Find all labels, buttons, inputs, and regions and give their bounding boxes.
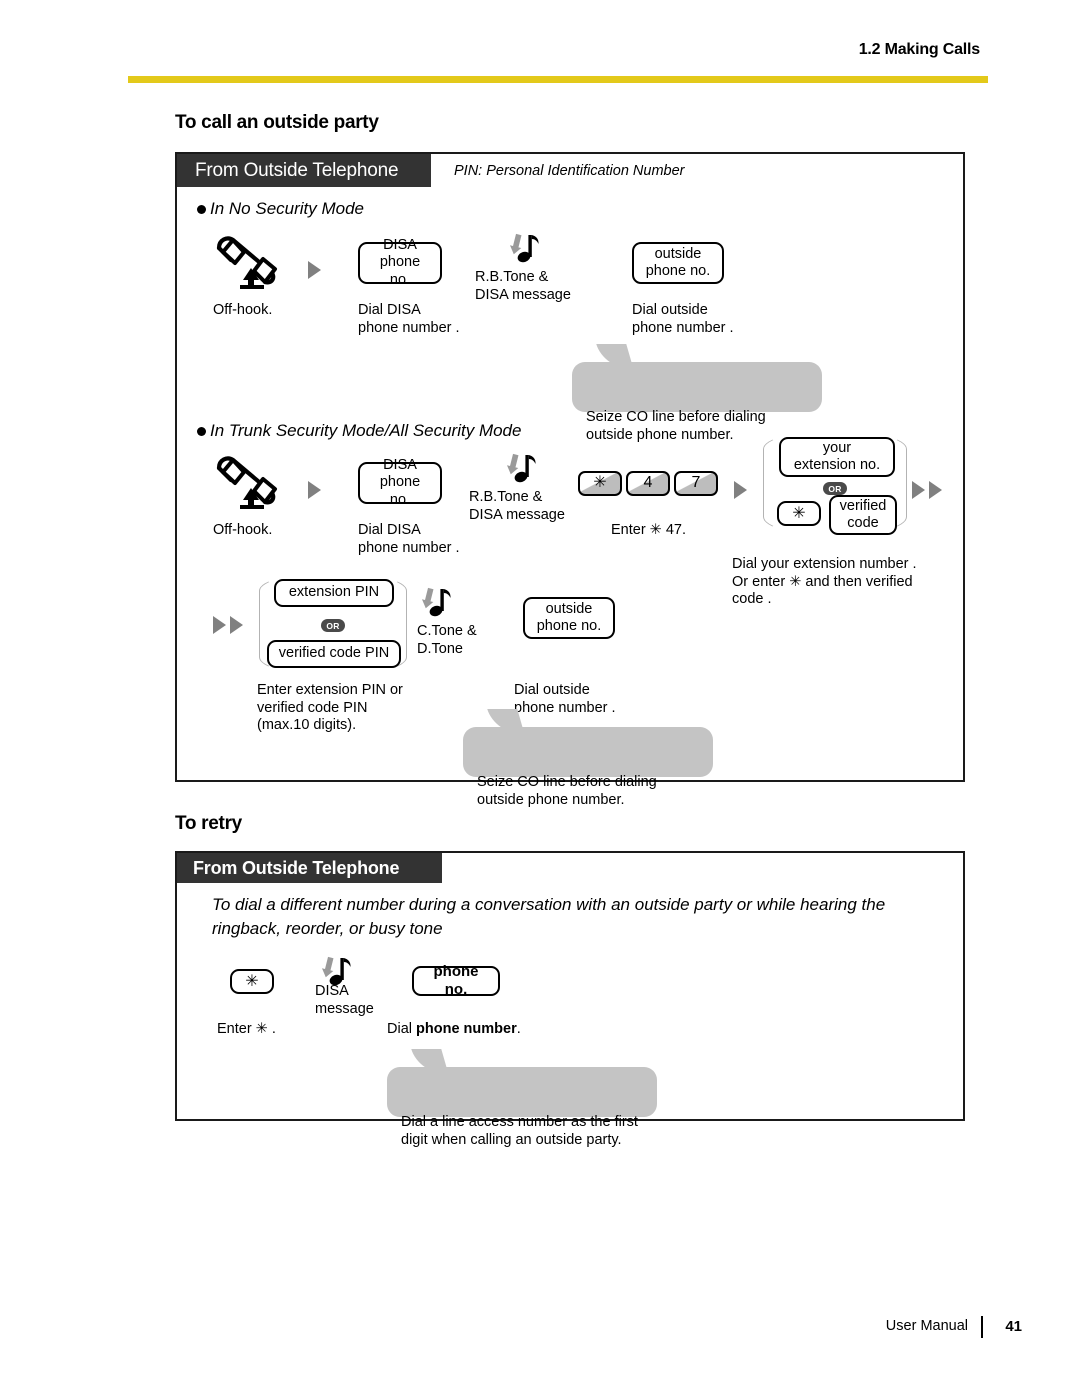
keybox-disa-phone-no: DISA phone no. bbox=[358, 237, 442, 288]
callout-text: Seize CO line before dialing outside pho… bbox=[586, 409, 766, 444]
mode-title-text: In No Security Mode bbox=[210, 199, 365, 218]
flow-arrow-icon bbox=[308, 261, 321, 279]
header-rule bbox=[128, 76, 988, 83]
bullet-icon bbox=[197, 204, 206, 214]
step-caption-dial-outside: Dial outside phone number . bbox=[514, 682, 616, 716]
tone-label-rb-tone: R.B.Tone & DISA message bbox=[475, 269, 571, 303]
retry-description: To dial a different number during a conv… bbox=[212, 895, 886, 939]
keybox-phone-no: phone no. bbox=[412, 963, 500, 998]
footer-manual-label: User Manual bbox=[885, 1318, 968, 1334]
tone-note-icon bbox=[505, 450, 539, 490]
tone-label-c-tone: C.Tone & D.Tone bbox=[417, 623, 477, 657]
diagram-to-retry: From Outside Telephone To dial a differe… bbox=[175, 851, 965, 1148]
step-caption-enter-star: Enter ✳ . bbox=[217, 1021, 276, 1037]
or-badge-label: OR bbox=[326, 620, 340, 631]
bullet-icon bbox=[197, 426, 206, 436]
mode-title-trunk-security: In Trunk Security Mode/All Security Mode bbox=[197, 421, 521, 441]
keybox-label: verified code bbox=[839, 497, 887, 531]
flow-arrow-icon bbox=[734, 481, 747, 499]
keypad-button-4[interactable]: 4 bbox=[626, 471, 670, 496]
flow-arrow-double-icon bbox=[912, 481, 946, 499]
keypad-button-label: 4 bbox=[643, 473, 653, 491]
tab-header-label: From Outside Telephone bbox=[193, 857, 400, 878]
keybox-label: phone no. bbox=[433, 963, 479, 998]
keybox-label: extension PIN bbox=[288, 584, 380, 601]
step-caption-off-hook: Off-hook. bbox=[213, 522, 273, 538]
step-caption-off-hook: Off-hook. bbox=[213, 302, 273, 318]
step-caption-enter-star-47: Enter ✳ 47. bbox=[611, 522, 687, 538]
starkey-star[interactable]: ✳ bbox=[230, 969, 274, 994]
callout-tail bbox=[596, 344, 634, 370]
or-badge-label: OR bbox=[828, 483, 842, 494]
step-caption-dial-extension: Dial your extension number . Or enter ✳ … bbox=[732, 556, 917, 608]
caption-prefix: Dial bbox=[387, 1021, 417, 1037]
mode-title-no-security: In No Security Mode bbox=[197, 199, 364, 219]
starkey-star[interactable]: ✳ bbox=[777, 501, 821, 526]
starkey-label: ✳ bbox=[245, 972, 259, 990]
or-badge: OR bbox=[823, 482, 847, 495]
keybox-label: verified code PIN bbox=[278, 645, 390, 662]
callout-text: Dial a line access number as the first d… bbox=[401, 1114, 638, 1149]
footer-page-number: 41 bbox=[1005, 1318, 1022, 1335]
step-caption-dial-disa: Dial DISA phone number . bbox=[358, 522, 460, 556]
keybox-label: your extension no. bbox=[793, 439, 881, 473]
keybox-outside-phone-no: outside phone no. bbox=[523, 597, 615, 639]
callout-line-access-number: Dial a line access number as the first d… bbox=[387, 1049, 657, 1148]
or-badge: OR bbox=[321, 619, 345, 632]
footer-divider bbox=[981, 1316, 983, 1338]
tone-note-icon bbox=[508, 230, 542, 270]
tone-label-rb-tone: R.B.Tone & DISA message bbox=[469, 489, 565, 523]
caption-suffix: . bbox=[516, 1021, 521, 1037]
page-title-to-retry: To retry bbox=[175, 813, 242, 834]
keybox-label: DISA phone no. bbox=[379, 457, 421, 508]
diagram-call-outside-party: From Outside Telephone PIN: Personal Ide… bbox=[175, 152, 965, 808]
keypad-button-label: 7 bbox=[691, 473, 701, 491]
keybox-verified-code-pin: verified code PIN bbox=[267, 640, 401, 668]
tab-header-label: From Outside Telephone bbox=[195, 159, 399, 181]
step-caption-enter-pin: Enter extension PIN or verified code PIN… bbox=[257, 682, 403, 734]
caption-bold: phone number bbox=[416, 1021, 517, 1037]
page-header: 1.2 Making Calls bbox=[0, 0, 1080, 90]
callout-text: Seize CO line before dialing outside pho… bbox=[477, 774, 657, 809]
keybox-outside-phone-no: outside phone no. bbox=[632, 242, 724, 284]
off-hook-handset-icon bbox=[213, 232, 287, 289]
keypad-button-label: ✳ bbox=[593, 473, 607, 491]
pin-definition-note: PIN: Personal Identification Number bbox=[454, 163, 685, 179]
flow-arrow-icon bbox=[308, 481, 321, 499]
off-hook-handset-icon bbox=[213, 452, 287, 509]
tab-header-from-outside-telephone: From Outside Telephone bbox=[177, 154, 431, 187]
tab-header-from-outside-telephone: From Outside Telephone bbox=[177, 853, 442, 883]
callout-seize-co-line-1: Seize CO line before dialing outside pho… bbox=[572, 344, 822, 443]
callout-tail bbox=[411, 1049, 449, 1075]
mode-title-text: In Trunk Security Mode/All Security Mode bbox=[210, 421, 522, 440]
keybox-extension-pin: extension PIN bbox=[274, 579, 394, 607]
step-caption-dial-phone-number: Dial phone number. bbox=[387, 1021, 521, 1039]
keybox-disa-phone-no: DISA phone no. bbox=[358, 457, 442, 508]
page-title-call-outside-party: To call an outside party bbox=[175, 112, 379, 133]
keypad-button-star[interactable]: ✳ bbox=[578, 471, 622, 496]
keypad-button-7[interactable]: 7 bbox=[674, 471, 718, 496]
keybox-your-extension-no: your extension no. bbox=[779, 437, 895, 477]
keybox-label: DISA phone no. bbox=[379, 237, 421, 288]
step-caption-dial-outside: Dial outside phone number . bbox=[632, 302, 734, 336]
starkey-label: ✳ bbox=[792, 504, 806, 522]
header-title: 1.2 Making Calls bbox=[858, 41, 980, 58]
flow-arrow-double-icon bbox=[213, 616, 247, 634]
keybox-label: outside phone no. bbox=[536, 600, 602, 634]
page-footer: User Manual 41 bbox=[0, 1316, 1080, 1348]
keybox-label: outside phone no. bbox=[645, 245, 711, 279]
tone-label-disa-message: DISA message bbox=[315, 983, 374, 1017]
tone-note-icon bbox=[420, 584, 454, 624]
keybox-verified-code: verified code bbox=[829, 495, 897, 535]
step-caption-dial-disa: Dial DISA phone number . bbox=[358, 302, 460, 336]
callout-seize-co-line-2: Seize CO line before dialing outside pho… bbox=[463, 709, 713, 808]
